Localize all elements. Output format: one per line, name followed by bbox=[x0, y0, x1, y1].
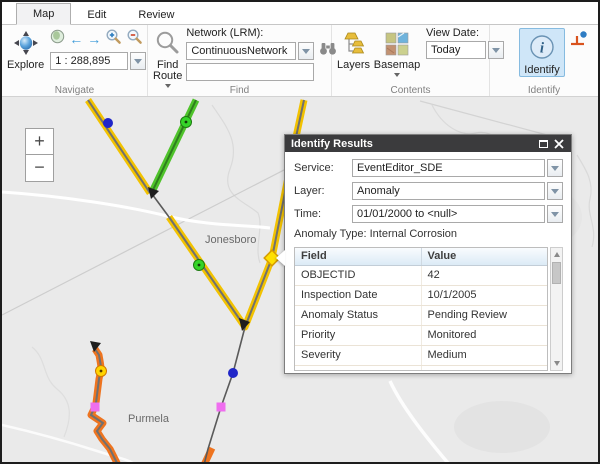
close-icon[interactable] bbox=[551, 136, 566, 151]
zoom-in-icon[interactable] bbox=[105, 28, 122, 50]
time-value[interactable]: 01/01/2000 to <null> bbox=[352, 205, 545, 223]
route-yellow[interactable] bbox=[88, 100, 304, 327]
attributes-table: Field Value OBJECTID 42 Inspection Date … bbox=[294, 247, 548, 371]
service-value[interactable]: EventEditor_SDE bbox=[352, 159, 545, 177]
marker-blue-dot[interactable] bbox=[103, 118, 113, 128]
table-row[interactable]: Anomaly Status Pending Review bbox=[295, 306, 547, 326]
group-contents: Layers Basemap View Date: bbox=[332, 25, 490, 96]
chevron-down-icon bbox=[551, 166, 559, 171]
attributes-table-wrap: Field Value OBJECTID 42 Inspection Date … bbox=[294, 247, 563, 371]
table-header-row: Field Value bbox=[295, 248, 547, 266]
map-label-jonesboro: Jonesboro bbox=[205, 234, 256, 246]
panel-title-bar[interactable]: Identify Results bbox=[285, 135, 571, 152]
layers-icon bbox=[341, 32, 367, 59]
event-editor-window: Map Edit Review bbox=[0, 0, 600, 464]
table-row[interactable]: Date Closed <null> bbox=[295, 366, 547, 371]
table-row[interactable]: Severity Medium bbox=[295, 346, 547, 366]
triangle-up-icon bbox=[554, 252, 560, 257]
explore-icon bbox=[13, 30, 39, 59]
group-label-find: Find bbox=[148, 85, 331, 96]
route-orange[interactable] bbox=[91, 349, 212, 462]
service-label: Service: bbox=[294, 162, 352, 174]
map-scale-dropdown-button[interactable] bbox=[130, 52, 146, 70]
time-label: Time: bbox=[294, 208, 352, 220]
triangle-down-icon bbox=[554, 361, 560, 366]
chevron-down-icon bbox=[302, 49, 310, 54]
service-combobox[interactable]: EventEditor_SDE bbox=[352, 159, 563, 177]
table-row[interactable]: OBJECTID 42 bbox=[295, 266, 547, 286]
tab-review[interactable]: Review bbox=[122, 5, 190, 25]
basemap-button[interactable]: Basemap bbox=[372, 29, 422, 77]
time-combobox[interactable]: 01/01/2000 to <null> bbox=[352, 205, 563, 223]
scroll-up-button[interactable] bbox=[551, 248, 562, 261]
find-route-button[interactable]: Find Route bbox=[151, 27, 184, 88]
group-label-navigate: Navigate bbox=[2, 85, 147, 96]
view-date-value[interactable]: Today bbox=[426, 41, 486, 59]
chevron-down-icon bbox=[551, 189, 559, 194]
map-zoom-control: + − bbox=[25, 128, 54, 182]
marker-green-dot[interactable] bbox=[194, 260, 205, 271]
tab-map[interactable]: Map bbox=[16, 3, 71, 25]
marker-green-dot[interactable] bbox=[181, 117, 192, 128]
network-dropdown-button[interactable] bbox=[298, 42, 314, 60]
table-row[interactable]: Priority Monitored bbox=[295, 326, 547, 346]
map-zoom-out-button[interactable]: − bbox=[25, 155, 54, 182]
marker-pink-square[interactable] bbox=[91, 403, 100, 412]
table-scrollbar[interactable] bbox=[550, 247, 563, 371]
layer-value[interactable]: Anomaly bbox=[352, 182, 545, 200]
network-value[interactable]: ContinuousNetwork bbox=[186, 42, 296, 60]
identify-icon: i bbox=[528, 33, 556, 64]
layers-button[interactable]: Layers bbox=[335, 29, 372, 71]
time-dropdown-button[interactable] bbox=[547, 205, 563, 223]
basemap-icon bbox=[385, 32, 409, 59]
explore-button[interactable]: Explore bbox=[5, 27, 46, 71]
marker-blue-dot[interactable] bbox=[228, 368, 238, 378]
map-scale-value[interactable]: 1 : 288,895 bbox=[50, 52, 128, 70]
next-extent-icon[interactable]: → bbox=[87, 32, 101, 46]
find-route-search-icon bbox=[155, 30, 181, 59]
layer-combobox[interactable]: Anomaly bbox=[352, 182, 563, 200]
group-identify: i Identify Identify bbox=[490, 25, 598, 96]
anomaly-type-text: Anomaly Type: Internal Corrosion bbox=[294, 228, 563, 240]
panel-callout-pointer bbox=[276, 250, 285, 266]
table-row[interactable]: Inspection Date 10/1/2005 bbox=[295, 286, 547, 306]
route-id-input[interactable] bbox=[186, 63, 314, 81]
green-route-centerline bbox=[152, 100, 196, 192]
chevron-down-icon bbox=[134, 59, 142, 64]
map-label-purmela: Purmela bbox=[128, 413, 170, 425]
column-header-field[interactable]: Field bbox=[295, 248, 422, 265]
group-label-identify: Identify bbox=[490, 85, 598, 96]
chevron-down-icon bbox=[551, 212, 559, 217]
group-navigate: Explore ← → bbox=[2, 25, 148, 96]
ribbon-tab-bar: Map Edit Review bbox=[2, 2, 598, 25]
map-canvas[interactable]: Jonesboro Purmela + − Identify Results S… bbox=[2, 97, 598, 462]
marker-pink-square[interactable] bbox=[217, 403, 226, 412]
map-zoom-in-button[interactable]: + bbox=[25, 128, 54, 155]
layer-dropdown-button[interactable] bbox=[547, 182, 563, 200]
identify-route-location-icon[interactable] bbox=[569, 31, 588, 53]
map-scale-combobox[interactable]: 1 : 288,895 bbox=[50, 52, 146, 70]
identify-button[interactable]: i Identify bbox=[519, 28, 565, 77]
group-find: Find Route Network (LRM): ContinuousNetw… bbox=[148, 25, 332, 96]
scrollbar-thumb[interactable] bbox=[552, 262, 561, 284]
ribbon: Explore ← → bbox=[2, 25, 598, 97]
group-label-contents: Contents bbox=[332, 85, 489, 96]
identify-results-panel: Identify Results Service: EventEditor_SD… bbox=[284, 134, 572, 374]
panel-body: Service: EventEditor_SDE Layer: Anomaly … bbox=[285, 152, 571, 371]
panel-title: Identify Results bbox=[291, 138, 536, 150]
tab-edit[interactable]: Edit bbox=[71, 5, 122, 25]
basemap-dropdown-caret-icon[interactable] bbox=[394, 73, 400, 77]
service-dropdown-button[interactable] bbox=[547, 159, 563, 177]
full-extent-globe-icon[interactable] bbox=[50, 29, 65, 49]
zoom-out-icon[interactable] bbox=[126, 28, 143, 50]
network-combobox[interactable]: ContinuousNetwork bbox=[186, 42, 314, 60]
column-header-value[interactable]: Value bbox=[422, 248, 548, 265]
marker-yellow-circle[interactable] bbox=[96, 366, 107, 377]
maximize-icon[interactable] bbox=[536, 136, 551, 151]
network-lrm-label: Network (LRM): bbox=[186, 27, 337, 40]
layer-label: Layer: bbox=[294, 185, 352, 197]
scroll-down-button[interactable] bbox=[551, 357, 562, 370]
previous-extent-icon[interactable]: ← bbox=[69, 32, 83, 46]
